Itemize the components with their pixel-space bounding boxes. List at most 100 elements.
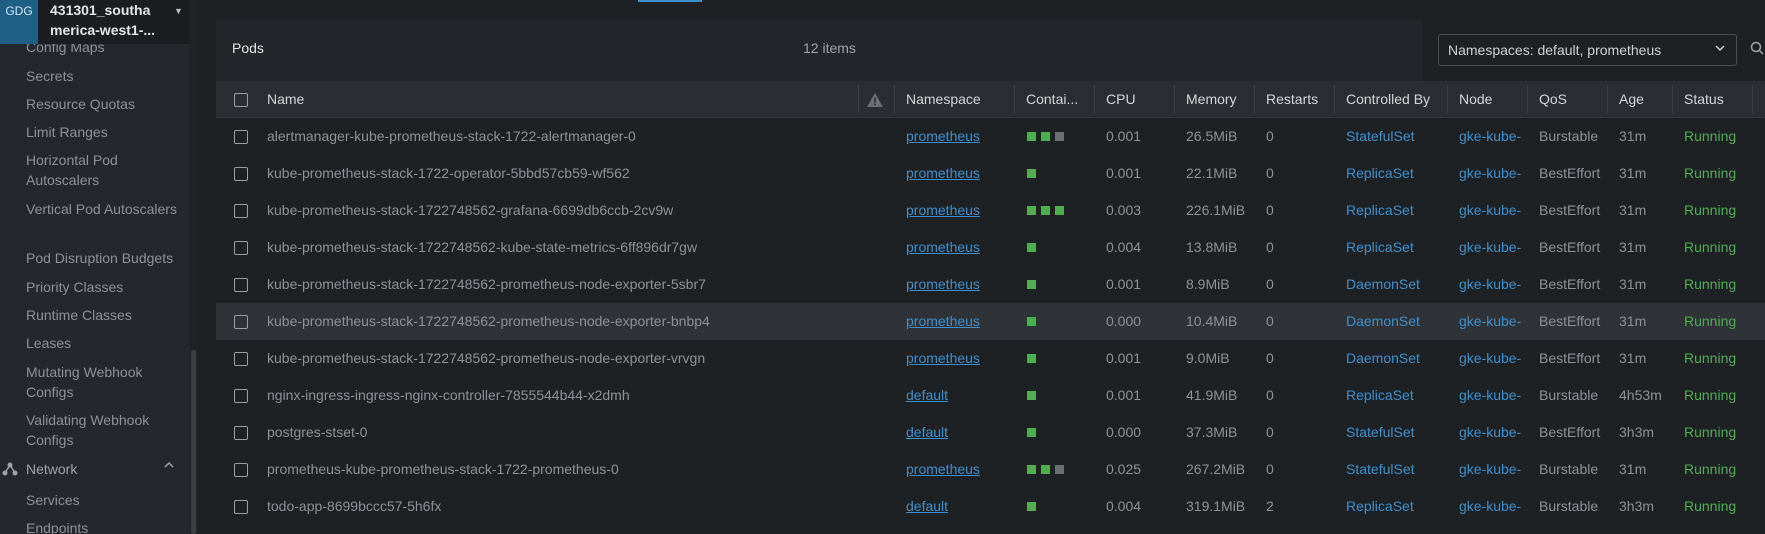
namespace-link[interactable]: prometheus: [906, 461, 980, 477]
namespace-link[interactable]: prometheus: [906, 202, 980, 218]
row-checkbox[interactable]: [234, 315, 248, 329]
node-link[interactable]: gke-kube-: [1459, 128, 1521, 144]
controlled-by-link[interactable]: ReplicaSet: [1346, 239, 1414, 255]
sidebar-item-runtime-classes[interactable]: Runtime Classes: [26, 305, 186, 325]
controlled-by-link[interactable]: StatefulSet: [1346, 128, 1415, 144]
sidebar-item-horizontal-pod-autoscalers[interactable]: Horizontal Pod Autoscalers: [26, 150, 186, 190]
row-checkbox[interactable]: [234, 167, 248, 181]
node-link[interactable]: gke-kube-: [1459, 165, 1521, 181]
column-header-qos[interactable]: QoS: [1539, 91, 1567, 107]
namespace-link[interactable]: prometheus: [906, 165, 980, 181]
node-link[interactable]: gke-kube-: [1459, 350, 1521, 366]
chevron-up-icon[interactable]: [163, 459, 175, 474]
column-header-restarts[interactable]: Restarts: [1266, 91, 1318, 107]
column-header-containers[interactable]: Contai...: [1026, 91, 1078, 107]
row-checkbox[interactable]: [234, 426, 248, 440]
column-resizer[interactable]: [1752, 85, 1753, 113]
sidebar-item-priority-classes[interactable]: Priority Classes: [26, 277, 186, 297]
sidebar-item-resource-quotas[interactable]: Resource Quotas: [26, 94, 186, 114]
container-status-indicators: [1027, 132, 1064, 141]
sidebar-item-mutating-webhook-configs[interactable]: Mutating Webhook Configs: [26, 362, 186, 402]
node-link[interactable]: gke-kube-: [1459, 276, 1521, 292]
namespace-link[interactable]: default: [906, 387, 948, 403]
memory-value: 10.4MiB: [1186, 313, 1238, 329]
row-checkbox[interactable]: [234, 130, 248, 144]
sidebar-item-leases[interactable]: Leases: [26, 333, 186, 353]
column-resizer[interactable]: [1447, 85, 1448, 113]
container-status-indicators: [1027, 354, 1036, 363]
controlled-by-link[interactable]: DaemonSet: [1346, 313, 1420, 329]
table-row[interactable]: [216, 414, 1765, 451]
sidebar-section-network[interactable]: Network: [0, 459, 190, 483]
memory-value: 13.8MiB: [1186, 239, 1238, 255]
namespace-link[interactable]: prometheus: [906, 128, 980, 144]
namespace-link[interactable]: default: [906, 424, 948, 440]
column-resizer[interactable]: [1094, 85, 1095, 113]
container-status-indicators: [1027, 280, 1036, 289]
row-checkbox[interactable]: [234, 241, 248, 255]
table-row[interactable]: [216, 488, 1765, 525]
column-resizer[interactable]: [1014, 85, 1015, 113]
column-resizer[interactable]: [894, 85, 895, 113]
column-resizer[interactable]: [1254, 85, 1255, 113]
select-all-checkbox[interactable]: [234, 93, 248, 107]
column-header-status[interactable]: Status: [1684, 91, 1724, 107]
node-link[interactable]: gke-kube-: [1459, 498, 1521, 514]
cluster-selector[interactable]: GDG 431301_southa merica-west1-... ▼: [0, 0, 190, 44]
column-resizer[interactable]: [1607, 85, 1608, 113]
sidebar-item-limit-ranges[interactable]: Limit Ranges: [26, 122, 186, 142]
namespace-link[interactable]: prometheus: [906, 276, 980, 292]
column-header-namespace[interactable]: Namespace: [906, 91, 981, 107]
column-resizer[interactable]: [1672, 85, 1673, 113]
row-checkbox[interactable]: [234, 463, 248, 477]
sidebar-item-validating-webhook-configs[interactable]: Validating Webhook Configs: [26, 410, 186, 450]
column-resizer[interactable]: [1334, 85, 1335, 113]
column-header-memory[interactable]: Memory: [1186, 91, 1237, 107]
controlled-by-link[interactable]: StatefulSet: [1346, 461, 1415, 477]
row-checkbox[interactable]: [234, 500, 248, 514]
controlled-by-link[interactable]: ReplicaSet: [1346, 202, 1414, 218]
node-link[interactable]: gke-kube-: [1459, 313, 1521, 329]
sidebar-scrollbar-thumb[interactable]: [191, 350, 196, 534]
controlled-by-link[interactable]: DaemonSet: [1346, 350, 1420, 366]
column-header-name[interactable]: Name: [267, 91, 304, 107]
column-header-cpu[interactable]: CPU: [1106, 91, 1136, 107]
controlled-by-link[interactable]: StatefulSet: [1346, 424, 1415, 440]
row-checkbox[interactable]: [234, 278, 248, 292]
node-link[interactable]: gke-kube-: [1459, 424, 1521, 440]
sidebar-item-vertical-pod-autoscalers[interactable]: Vertical Pod Autoscalers: [26, 199, 186, 219]
sidebar-item-endpoints[interactable]: Endpoints: [26, 518, 186, 534]
namespace-link[interactable]: prometheus: [906, 313, 980, 329]
row-checkbox[interactable]: [234, 204, 248, 218]
controlled-by-link[interactable]: ReplicaSet: [1346, 498, 1414, 514]
namespace-link[interactable]: default: [906, 498, 948, 514]
node-link[interactable]: gke-kube-: [1459, 239, 1521, 255]
search-icon[interactable]: [1750, 41, 1764, 58]
controlled-by-link[interactable]: DaemonSet: [1346, 276, 1420, 292]
namespace-link[interactable]: prometheus: [906, 350, 980, 366]
sidebar-item-pod-disruption-budgets[interactable]: Pod Disruption Budgets: [26, 248, 186, 268]
cpu-value: 0.001: [1106, 350, 1142, 366]
namespace-link[interactable]: prometheus: [906, 239, 980, 255]
container-status-dot: [1041, 206, 1050, 215]
column-header-age[interactable]: Age: [1619, 91, 1644, 107]
sidebar-item-services[interactable]: Services: [26, 490, 186, 510]
column-resizer[interactable]: [858, 85, 859, 113]
container-status-dot: [1055, 132, 1064, 141]
status-value: Running: [1684, 461, 1737, 477]
container-status-dot: [1027, 428, 1036, 437]
node-link[interactable]: gke-kube-: [1459, 202, 1521, 218]
sidebar-item-secrets[interactable]: Secrets: [26, 66, 186, 86]
column-resizer[interactable]: [1527, 85, 1528, 113]
node-link[interactable]: gke-kube-: [1459, 461, 1521, 477]
column-resizer[interactable]: [1174, 85, 1175, 113]
column-header-node[interactable]: Node: [1459, 91, 1492, 107]
age-value: 3h3m: [1619, 498, 1655, 514]
controlled-by-link[interactable]: ReplicaSet: [1346, 387, 1414, 403]
row-checkbox[interactable]: [234, 389, 248, 403]
controlled-by-link[interactable]: ReplicaSet: [1346, 165, 1414, 181]
column-header-controlled-by[interactable]: Controlled By: [1346, 91, 1430, 107]
node-link[interactable]: gke-kube-: [1459, 387, 1521, 403]
namespace-filter-select[interactable]: Namespaces: default, prometheus: [1438, 34, 1737, 66]
row-checkbox[interactable]: [234, 352, 248, 366]
